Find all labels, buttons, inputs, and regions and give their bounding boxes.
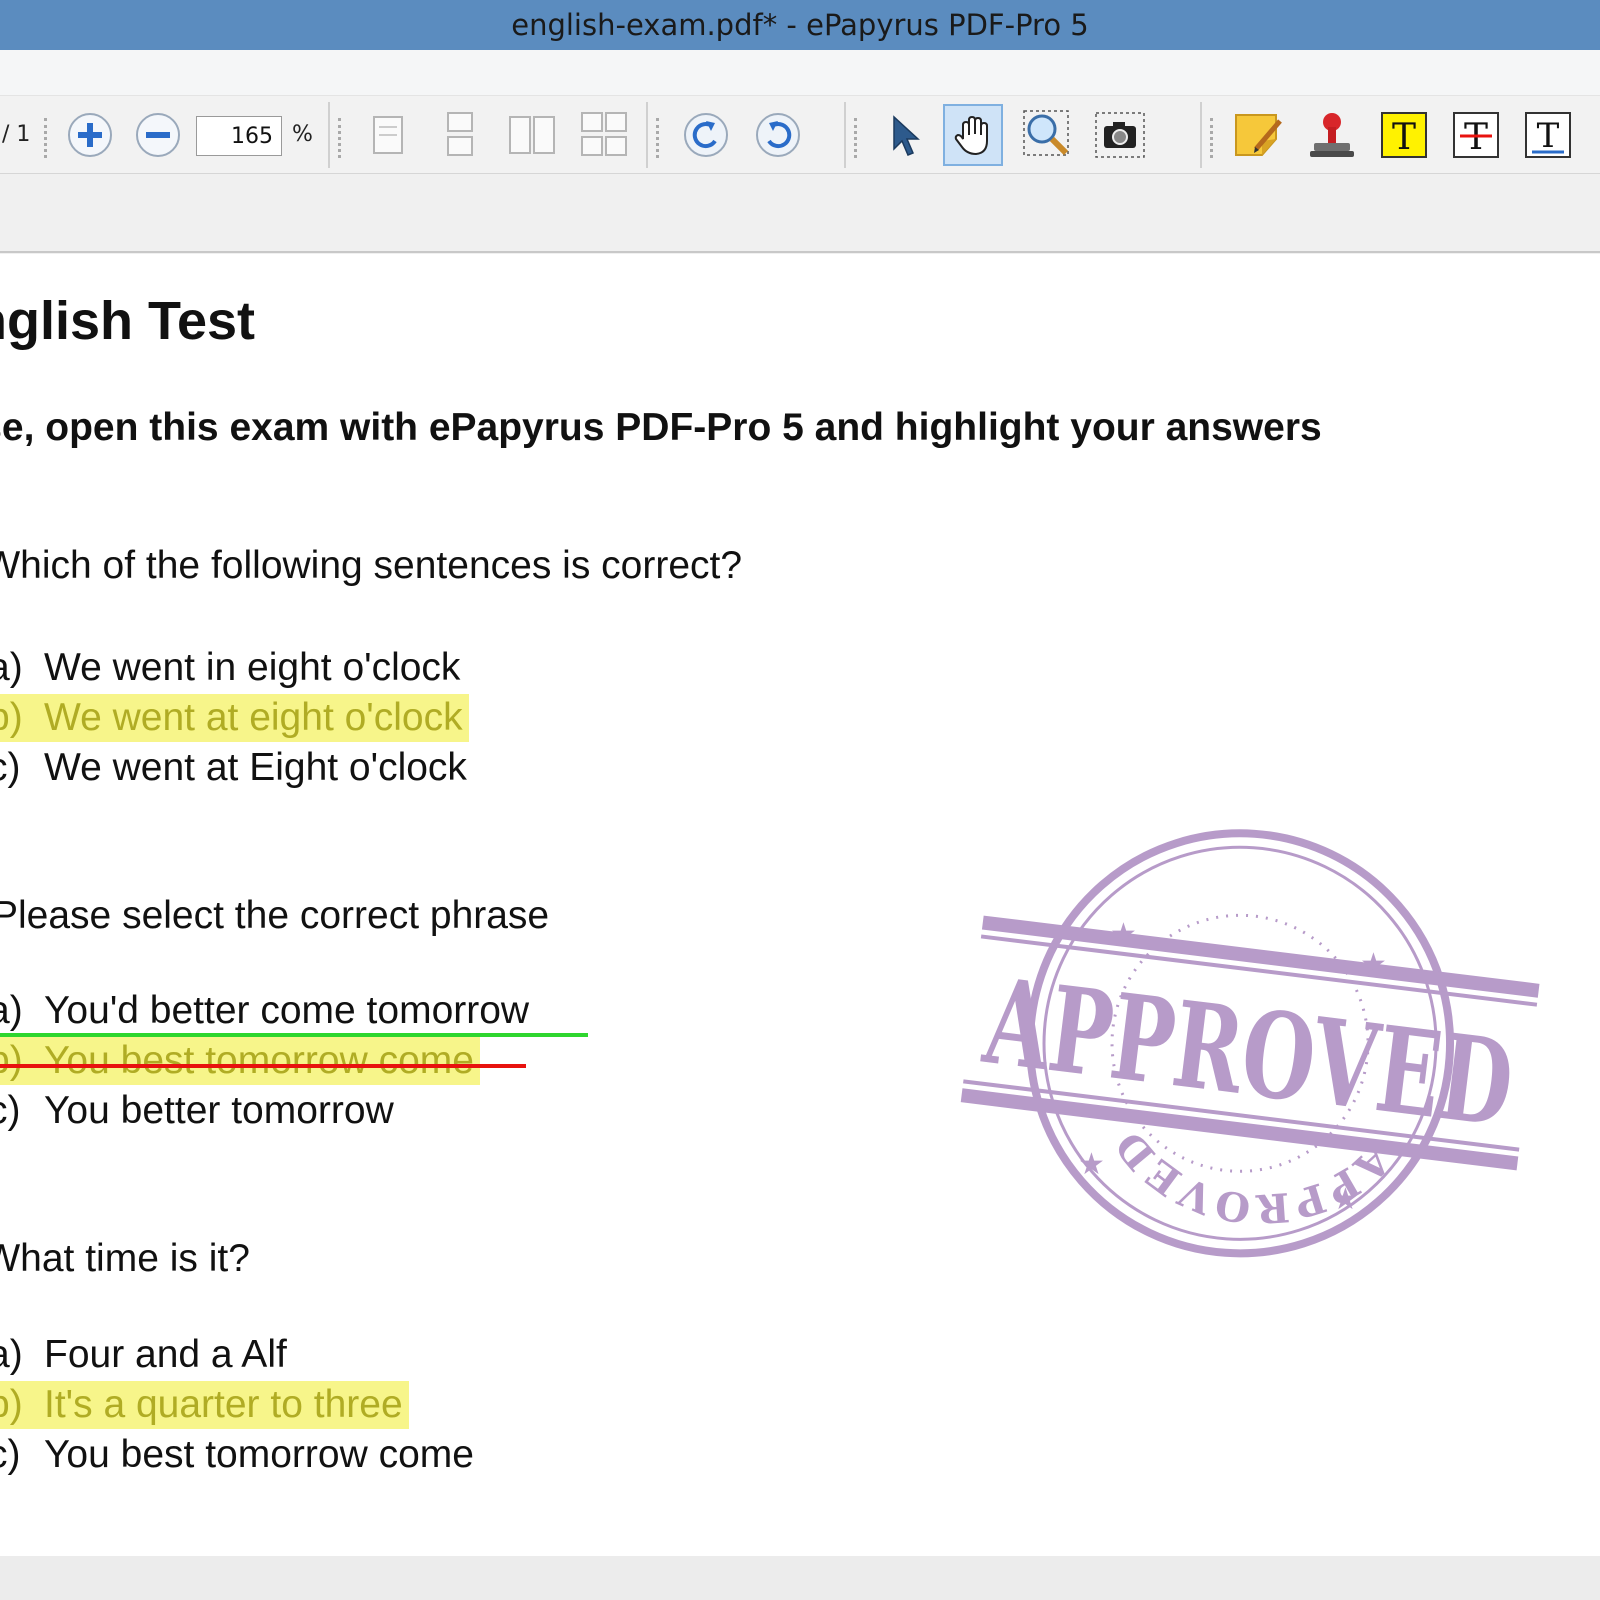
question-3-option-c[interactable]: c)You best tomorrow come: [0, 1431, 474, 1479]
zoom-out-icon: [136, 113, 180, 157]
toolbar-separator: [646, 102, 648, 168]
svg-text:★: ★: [1360, 947, 1387, 982]
strikeout-annotation[interactable]: [0, 1064, 526, 1068]
pdf-page[interactable]: English Test Please, open this exam with…: [0, 254, 1600, 1556]
select-icon: [893, 115, 920, 156]
title-bar: english-exam.pdf* - ePapyrus PDF-Pro 5: [0, 0, 1600, 50]
hand-icon: [954, 115, 988, 156]
question-1-option-a[interactable]: a)We went in eight o'clock: [0, 644, 460, 692]
two-page-continuous-button[interactable]: [574, 104, 634, 166]
hand-tool-button[interactable]: [943, 104, 1003, 166]
toolbar-separator: [1200, 102, 1202, 168]
svg-text:★: ★: [1078, 1147, 1105, 1182]
zoom-unit: %: [292, 122, 313, 147]
document-title: English Test: [0, 291, 256, 351]
toolbar-separator: [328, 102, 330, 168]
sticky-note-button[interactable]: [1230, 104, 1290, 166]
zoom-in-icon: [68, 113, 112, 157]
svg-text:★: ★: [1110, 917, 1137, 952]
approved-stamp[interactable]: APPROVED APPROVED APPROVED ★ ★ ★ ★: [960, 814, 1540, 1274]
question-2-option-a-underlined[interactable]: a)You'd better come tomorrow: [0, 987, 529, 1035]
svg-text:T: T: [1392, 117, 1416, 158]
snapshot-button[interactable]: [1090, 104, 1150, 166]
toolbar-grip[interactable]: [854, 118, 858, 158]
zoom-input[interactable]: 165: [196, 116, 282, 156]
toolbar: / 1 165 % T T T: [0, 96, 1600, 174]
select-tool-button[interactable]: [874, 104, 934, 166]
question-2: Please select the correct phrase: [0, 894, 550, 937]
question-1-option-c[interactable]: c)We went at Eight o'clock: [0, 744, 467, 792]
rotate-left-button[interactable]: [676, 104, 736, 166]
stamp-tool-button[interactable]: [1302, 104, 1362, 166]
marquee-zoom-button[interactable]: [1018, 104, 1078, 166]
page-count: / 1: [2, 122, 31, 147]
toolbar-grip[interactable]: [656, 118, 660, 158]
question-2-option-b-highlighted[interactable]: b)You best tomorrow come: [0, 1037, 480, 1085]
snapshot-icon: [1095, 112, 1145, 158]
continuous-page-icon: [447, 112, 473, 156]
svg-text:★: ★: [1332, 1182, 1359, 1217]
strikeout-text-button[interactable]: T: [1446, 104, 1506, 166]
rotate-right-icon: [756, 113, 800, 157]
underline-text-icon: T: [1525, 112, 1571, 158]
continuous-page-button[interactable]: [430, 104, 490, 166]
sticky-note-icon: [1235, 114, 1282, 156]
single-page-icon: [373, 116, 403, 154]
question-1: 1. Which of the following sentences is c…: [0, 544, 743, 587]
svg-text:T: T: [1537, 116, 1560, 156]
stamp-icon: [1310, 113, 1354, 157]
window-title: english-exam.pdf* - ePapyrus PDF-Pro 5: [511, 8, 1089, 42]
document-instructions: Please, open this exam with ePapyrus PDF…: [0, 406, 1322, 449]
question-3-option-a[interactable]: a)Four and a Alf: [0, 1331, 287, 1379]
two-page-icon: [509, 116, 555, 154]
strikeout-text-icon: T: [1453, 112, 1499, 158]
question-1-option-b-highlighted[interactable]: b)We went at eight o'clock: [0, 694, 469, 742]
zoom-in-button[interactable]: [60, 104, 120, 166]
rotate-left-icon: [684, 113, 728, 157]
stamp-ring-top-text: APPROVED: [975, 814, 1257, 824]
two-page-continuous-icon: [581, 112, 627, 156]
document-tab-strip: [0, 175, 1600, 253]
toolbar-separator: [844, 102, 846, 168]
status-bar: [0, 1556, 1600, 1600]
single-page-button[interactable]: [358, 104, 418, 166]
highlight-text-button[interactable]: T: [1374, 104, 1434, 166]
question-2-option-c[interactable]: c)You better tomorrow: [0, 1087, 394, 1135]
highlight-text-icon: T: [1381, 112, 1427, 158]
zoom-out-button[interactable]: [128, 104, 188, 166]
toolbar-grip[interactable]: [338, 118, 342, 158]
two-page-button[interactable]: [502, 104, 562, 166]
question-3-option-b-highlighted[interactable]: b)It's a quarter to three: [0, 1381, 409, 1429]
toolbar-grip[interactable]: [1210, 118, 1214, 158]
underline-text-button[interactable]: T: [1518, 104, 1578, 166]
menu-bar: [0, 50, 1600, 96]
toolbar-grip[interactable]: [44, 118, 48, 158]
question-3: 3. What time is it?: [0, 1237, 250, 1280]
marquee-zoom-icon: [1023, 110, 1069, 156]
rotate-right-button[interactable]: [748, 104, 808, 166]
